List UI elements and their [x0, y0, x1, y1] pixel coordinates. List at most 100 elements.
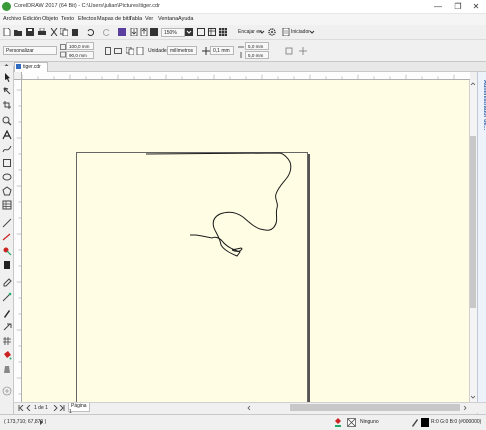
- pick-tool-icon[interactable]: [2, 72, 12, 82]
- menu-texto[interactable]: Texto: [61, 16, 74, 22]
- menu-mapas-de-bits[interactable]: Mapas de bits: [97, 16, 131, 22]
- open-folder-icon[interactable]: [14, 28, 22, 36]
- menu-archivo[interactable]: Archivo: [3, 16, 21, 22]
- menu-edicion[interactable]: Edición: [23, 16, 41, 22]
- interactive-fill-icon[interactable]: [2, 292, 12, 302]
- outline-pen-icon[interactable]: [2, 322, 12, 332]
- fill-bucket-icon[interactable]: [2, 350, 12, 360]
- status-bar: ( 173,710; 67,879 ) Ninguno R:0 G:0 B:0 …: [0, 414, 486, 430]
- redo-icon[interactable]: [103, 28, 111, 36]
- launcher-dropdown-icon[interactable]: [308, 28, 316, 36]
- horizontal-ruler: [14, 72, 470, 80]
- fill-status-label: Ninguno: [360, 419, 379, 425]
- polygon-tool-icon[interactable]: [2, 186, 12, 196]
- color-eyedropper-icon[interactable]: [2, 278, 12, 288]
- next-page-icon[interactable]: [52, 405, 58, 411]
- transparency-tool-icon[interactable]: [2, 260, 12, 270]
- shape-tool-icon[interactable]: [2, 86, 12, 96]
- menu-ayuda[interactable]: Ayuda: [178, 16, 194, 22]
- page-height-field[interactable]: 90,0 mm: [66, 51, 94, 59]
- zoom-tool-icon[interactable]: [2, 116, 12, 126]
- paste-icon[interactable]: [71, 28, 79, 36]
- table-tool-icon[interactable]: [2, 200, 12, 210]
- document-tab-bar: [0, 62, 486, 72]
- edit-bleed-icon[interactable]: [285, 47, 293, 55]
- previous-page-icon[interactable]: [26, 405, 32, 411]
- add-frame-icon[interactable]: [299, 47, 307, 55]
- nudge-distance-icon: [202, 47, 210, 55]
- freehand-tool-icon[interactable]: [2, 144, 12, 154]
- import-icon[interactable]: [130, 28, 138, 36]
- outline-pen-status-icon[interactable]: [411, 418, 419, 427]
- current-page-icon[interactable]: [136, 47, 144, 55]
- crop-tool-icon[interactable]: [2, 100, 12, 110]
- duplicate-y-field[interactable]: 5,0 mm: [245, 51, 269, 59]
- menu-efectos[interactable]: Efectos: [78, 16, 96, 22]
- docker-tab-label[interactable]: Administrador de...: [474, 80, 486, 160]
- landscape-icon[interactable]: [114, 47, 122, 55]
- zoom-level-field[interactable]: 150%: [161, 28, 185, 37]
- window-title: CorelDRAW 2017 (64 Bit) - C:\Users\julia…: [14, 3, 160, 9]
- options-gear-icon[interactable]: [268, 28, 276, 36]
- smart-fill-icon[interactable]: [2, 308, 12, 318]
- drop-shadow-tool-icon[interactable]: [2, 246, 12, 256]
- save-icon[interactable]: [26, 28, 34, 36]
- rectangle-tool-icon[interactable]: [2, 158, 12, 168]
- property-bar: Personalizar 100,0 mm 90,0 mm Unidades: …: [0, 40, 486, 62]
- menu-ventana[interactable]: Ventana: [158, 16, 178, 22]
- cut-icon[interactable]: [50, 28, 58, 36]
- last-page-icon[interactable]: [59, 405, 65, 411]
- menu-tabla[interactable]: Tabla: [129, 16, 142, 22]
- export-icon[interactable]: [140, 28, 148, 36]
- zoom-dropdown-icon[interactable]: [185, 28, 193, 36]
- minimize-button[interactable]: —: [430, 1, 446, 13]
- document-tab-icon: [16, 64, 21, 69]
- first-page-icon[interactable]: [18, 405, 24, 411]
- undo-icon[interactable]: [86, 28, 94, 36]
- new-document-icon[interactable]: [3, 28, 11, 36]
- ruler-origin[interactable]: [14, 72, 22, 80]
- drawing-canvas[interactable]: [22, 80, 469, 402]
- connector-tool-icon[interactable]: [2, 232, 12, 242]
- vertical-scroll-thumb[interactable]: [470, 136, 476, 308]
- snap-dropdown-icon[interactable]: [258, 28, 266, 36]
- nudge-distance-field[interactable]: 0,1 mm: [210, 46, 234, 55]
- copy-icon[interactable]: [60, 28, 68, 36]
- tiger-drawing[interactable]: [22, 80, 469, 402]
- scroll-down-icon[interactable]: [470, 394, 476, 400]
- text-tool-icon[interactable]: [2, 130, 12, 140]
- tiger-top-edge-stroke: [145, 152, 292, 257]
- rulers-icon[interactable]: [208, 28, 216, 36]
- full-screen-icon[interactable]: [197, 28, 205, 36]
- application-launcher-icon[interactable]: [282, 28, 290, 36]
- coreldraw-logo-icon: [2, 2, 11, 11]
- close-button[interactable]: ✕: [468, 1, 484, 13]
- status-arrow-icon[interactable]: [39, 420, 44, 425]
- units-select[interactable]: milímetros: [167, 46, 197, 55]
- duplicate-x-field[interactable]: 5,0 mm: [245, 42, 269, 50]
- grid-icon[interactable]: [219, 28, 227, 36]
- page-tab[interactable]: Página 1: [68, 403, 90, 415]
- add-tool-icon[interactable]: [2, 386, 12, 396]
- ellipse-tool-icon[interactable]: [2, 172, 12, 182]
- publish-pdf-icon[interactable]: [150, 28, 158, 36]
- dimension-tool-icon[interactable]: [2, 218, 12, 228]
- search-content-icon[interactable]: [118, 28, 126, 36]
- duplicate-distance-icon: [238, 46, 244, 58]
- fill-color-icon[interactable]: [334, 418, 342, 427]
- menu-ver[interactable]: Ver: [145, 16, 153, 22]
- portrait-icon[interactable]: [104, 47, 112, 55]
- menu-bar: Archivo Edición Objeto Texto Efectos Map…: [0, 14, 486, 25]
- menu-objeto[interactable]: Objeto: [42, 16, 58, 22]
- page-size-select[interactable]: Personalizar: [3, 46, 57, 55]
- scroll-right-icon[interactable]: [462, 405, 468, 411]
- fountain-fill-icon[interactable]: [2, 364, 12, 374]
- all-pages-icon[interactable]: [126, 47, 134, 55]
- document-tab-label: tiger.cdr: [23, 64, 41, 70]
- page-width-field[interactable]: 100,0 mm: [66, 42, 94, 50]
- scroll-left-icon[interactable]: [246, 405, 252, 411]
- horizontal-scroll-thumb[interactable]: [290, 404, 460, 411]
- print-icon[interactable]: [38, 28, 46, 36]
- restore-button[interactable]: ❐: [450, 1, 466, 13]
- mesh-fill-icon[interactable]: [2, 336, 12, 346]
